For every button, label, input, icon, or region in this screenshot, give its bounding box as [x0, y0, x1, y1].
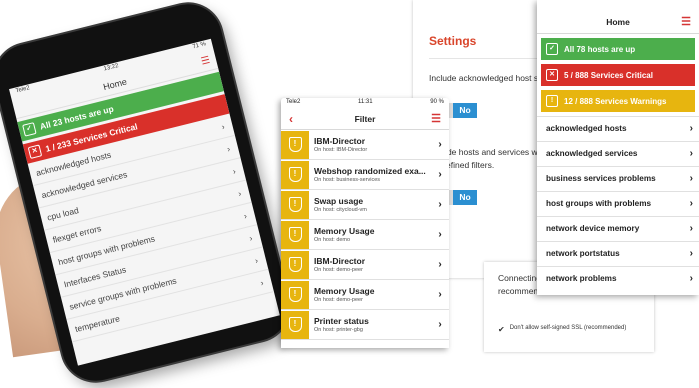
- service-host: On host: demo: [314, 237, 351, 243]
- chevron-right-icon: ›: [689, 173, 693, 184]
- home-header: Home ☰: [537, 11, 699, 34]
- filter-carrier: Tele2: [286, 99, 301, 105]
- filter-header: ‹ Filter ☰: [281, 109, 449, 130]
- chevron-right-icon: ›: [220, 121, 226, 132]
- filter-row[interactable]: ! Printer status On host: printer-gbg ›: [281, 310, 449, 340]
- critical-shield-icon: ✕: [27, 144, 43, 159]
- list-item[interactable]: network portstatus ›: [537, 241, 699, 266]
- chevron-right-icon: ›: [438, 169, 442, 180]
- list-item[interactable]: acknowledged services ›: [537, 141, 699, 166]
- service-name: IBM-Director: [314, 256, 366, 266]
- warning-shield-icon: !: [281, 250, 309, 279]
- service-name: Memory Usage: [314, 226, 375, 236]
- filter-title: Filter: [354, 114, 376, 124]
- service-name: Printer status: [314, 316, 369, 326]
- chevron-right-icon: ›: [689, 223, 693, 234]
- chevron-right-icon: ›: [689, 148, 693, 159]
- services-critical-banner[interactable]: ✕ 5 / 888 Services Critical: [541, 64, 695, 86]
- filter-battery: 90 %: [430, 99, 444, 105]
- warning-shield-icon: !: [281, 280, 309, 309]
- filter-row[interactable]: ! IBM-Director On host: demo-peer ›: [281, 250, 449, 280]
- phone-title: Home: [102, 76, 128, 93]
- check-shield-icon: ✓: [22, 122, 37, 137]
- chevron-right-icon: ›: [259, 277, 265, 288]
- warning-shield-icon: !: [546, 95, 558, 107]
- chevron-right-icon: ›: [237, 188, 243, 199]
- home-screen: Home ☰ ✓ All 78 hosts are up ✕ 5 / 888 S…: [537, 0, 699, 295]
- service-host: On host: demo-peer: [314, 297, 363, 303]
- chevron-right-icon: ›: [438, 139, 442, 150]
- chevron-right-icon: ›: [225, 143, 232, 154]
- chevron-right-icon: ›: [242, 210, 248, 221]
- banner-label: 5 / 888 Services Critical: [564, 70, 653, 80]
- chevron-right-icon: ›: [438, 319, 442, 330]
- filter-row[interactable]: ! Memory Usage On host: demo-peer ›: [281, 280, 449, 310]
- toggle-no-segment[interactable]: No: [453, 190, 477, 205]
- home-title: Home: [606, 17, 630, 27]
- chevron-right-icon: ›: [689, 248, 693, 259]
- warning-shield-icon: !: [281, 130, 309, 159]
- service-name: IBM-Director: [314, 136, 366, 146]
- filter-row[interactable]: ! IBM-Director On host: IBM-Director ›: [281, 130, 449, 160]
- settings-title: Settings: [429, 34, 477, 48]
- filter-row[interactable]: ! Webshop randomized exa... On host: busi…: [281, 160, 449, 190]
- filter-time: 11:31: [358, 99, 373, 105]
- warning-shield-icon: !: [281, 190, 309, 219]
- filter-row[interactable]: ! Memory Usage On host: demo ›: [281, 220, 449, 250]
- chevron-right-icon: ›: [438, 229, 442, 240]
- toggle-no-segment[interactable]: No: [453, 103, 477, 118]
- service-host: On host: IBM-Director: [314, 147, 368, 153]
- menu-icon[interactable]: ☰: [431, 109, 441, 129]
- banner-label: All 78 hosts are up: [564, 44, 636, 54]
- home-status-bar: [537, 0, 699, 11]
- warning-shield-icon: !: [281, 220, 309, 249]
- chevron-right-icon: ›: [438, 259, 442, 270]
- checkbox-checked-icon[interactable]: ✔: [498, 325, 505, 334]
- chevron-right-icon: ›: [689, 123, 693, 134]
- ssl-checkbox-label: Don't allow self-signed SSL (recommended…: [509, 325, 627, 331]
- check-shield-icon: ✓: [546, 43, 558, 55]
- menu-icon[interactable]: ☰: [199, 52, 212, 72]
- chevron-right-icon: ›: [253, 255, 259, 266]
- back-chevron-icon[interactable]: ‹: [289, 109, 293, 129]
- list-item[interactable]: business services problems ›: [537, 166, 699, 191]
- service-name: Swap usage: [314, 196, 364, 206]
- list-item[interactable]: network problems ›: [537, 266, 699, 291]
- list-item[interactable]: network device memory ›: [537, 216, 699, 241]
- menu-icon[interactable]: ☰: [681, 11, 691, 33]
- services-warnings-banner[interactable]: ! 12 / 888 Services Warnings: [541, 90, 695, 112]
- critical-shield-icon: ✕: [546, 69, 558, 81]
- filter-screen: Tele2 11:31 90 % ‹ Filter ☰ ! IBM-Direct…: [281, 98, 449, 348]
- ssl-checkbox-row[interactable]: ✔ Don't allow self-signed SSL (recommend…: [498, 325, 626, 334]
- service-name: Memory Usage: [314, 286, 375, 296]
- warning-shield-icon: !: [281, 160, 309, 189]
- chevron-right-icon: ›: [438, 289, 442, 300]
- service-host: On host: citycloud-vm: [314, 207, 367, 213]
- service-host: On host: business-services: [314, 177, 381, 183]
- chevron-right-icon: ›: [248, 232, 254, 244]
- warning-shield-icon: !: [281, 310, 309, 339]
- chevron-right-icon: ›: [438, 199, 442, 210]
- chevron-right-icon: ›: [231, 165, 237, 177]
- service-host: On host: demo-peer: [314, 267, 363, 273]
- hosts-up-banner[interactable]: ✓ All 78 hosts are up: [541, 38, 695, 60]
- service-host: On host: printer-gbg: [314, 327, 363, 333]
- filter-status-bar: Tele2 11:31 90 %: [281, 98, 449, 109]
- service-name: Webshop randomized exa...: [314, 166, 426, 176]
- filter-row[interactable]: ! Swap usage On host: citycloud-vm ›: [281, 190, 449, 220]
- chevron-right-icon: ›: [689, 198, 693, 209]
- list-item[interactable]: host groups with problems ›: [537, 191, 699, 216]
- chevron-right-icon: ›: [689, 273, 693, 284]
- banner-label: 12 / 888 Services Warnings: [564, 96, 667, 106]
- list-item[interactable]: acknowledged hosts ›: [537, 116, 699, 141]
